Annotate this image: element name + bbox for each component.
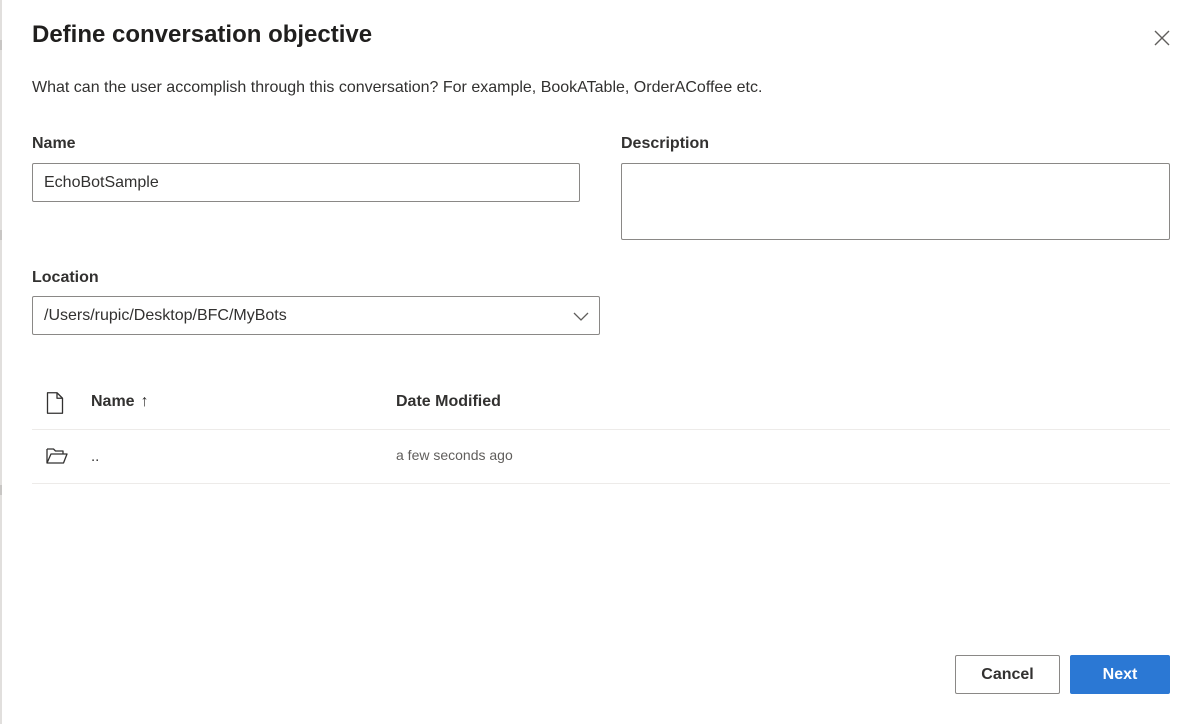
sort-ascending-icon: ↑ — [140, 393, 149, 410]
location-dropdown[interactable]: /Users/rupic/Desktop/BFC/MyBots — [32, 296, 600, 335]
date-modified-column-header[interactable]: Date Modified — [396, 393, 501, 411]
cancel-button[interactable]: Cancel — [955, 655, 1060, 694]
dialog-subtitle: What can the user accomplish through thi… — [32, 79, 763, 96]
edge-mark — [0, 230, 2, 240]
description-input[interactable] — [621, 163, 1170, 240]
file-list-header: Name ↑ Date Modified — [32, 380, 1170, 430]
document-icon — [46, 392, 64, 414]
row-name: .. — [91, 448, 100, 465]
description-label: Description — [621, 135, 710, 152]
file-list-row[interactable]: .. a few seconds ago — [32, 431, 1170, 484]
location-value: /Users/rupic/Desktop/BFC/MyBots — [44, 307, 287, 324]
chevron-down-icon — [573, 312, 589, 321]
background-panel-edge — [0, 0, 2, 724]
close-button[interactable] — [1150, 26, 1174, 50]
row-date-modified: a few seconds ago — [396, 447, 513, 463]
name-label: Name — [32, 135, 76, 152]
edge-mark — [0, 40, 2, 50]
dialog-title: Define conversation objective — [32, 21, 373, 48]
name-column-header[interactable]: Name ↑ — [91, 393, 149, 411]
name-column-label: Name — [91, 393, 135, 410]
edge-mark — [0, 485, 2, 495]
next-button[interactable]: Next — [1070, 655, 1170, 694]
location-label: Location — [32, 269, 99, 286]
folder-open-icon — [46, 448, 68, 464]
name-input[interactable] — [32, 163, 580, 202]
close-icon — [1154, 30, 1170, 46]
